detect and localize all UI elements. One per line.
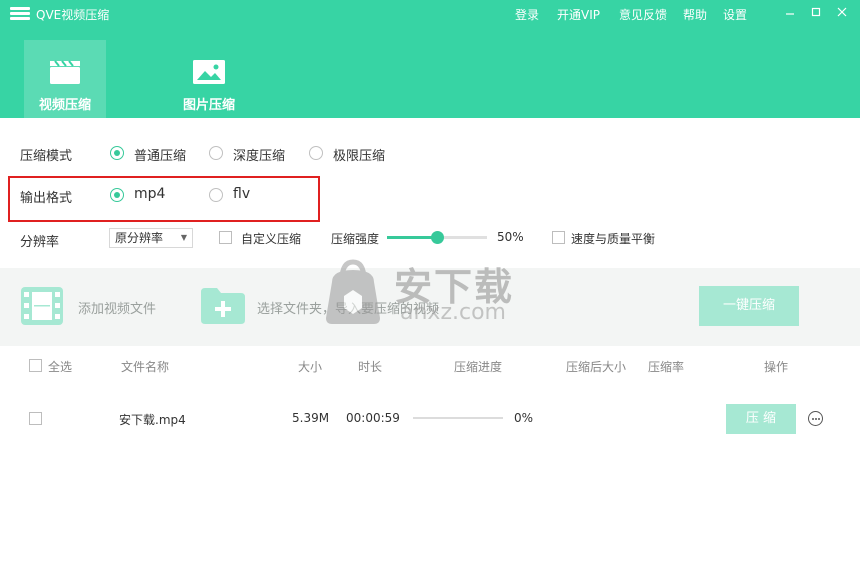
more-options-icon[interactable] <box>808 411 823 426</box>
resolution-label: 分辨率 <box>20 235 60 250</box>
tab-label: 图片压缩 <box>182 98 235 113</box>
add-video-button[interactable]: 添加视频文件 <box>78 298 156 317</box>
tab-label: 视频压缩 <box>38 98 91 113</box>
compress-mode-label: 压缩模式 <box>20 149 73 164</box>
slider-fill <box>387 236 437 239</box>
radio-extreme-compress[interactable] <box>309 146 323 160</box>
select-all-label: 全选 <box>48 360 73 374</box>
file-name: 安下载.mp4 <box>119 413 186 427</box>
balance-label: 速度与质量平衡 <box>571 232 656 246</box>
help-link[interactable]: 帮助 <box>683 6 707 24</box>
app-title: QVE视频压缩 <box>36 8 110 22</box>
app-logo-icon <box>10 7 30 23</box>
radio-deep-compress[interactable] <box>209 146 223 160</box>
vip-link[interactable]: 开通VIP <box>557 6 600 24</box>
balance-checkbox[interactable] <box>552 231 565 244</box>
col-size: 大小 <box>298 360 323 374</box>
restore-icon[interactable] <box>806 3 826 23</box>
watermark-sub: anxz.com <box>400 300 506 325</box>
custom-compress-checkbox[interactable] <box>219 231 232 244</box>
resolution-select[interactable]: 原分辨率 ▼ <box>109 228 193 248</box>
tab-image-compress[interactable]: 图片压缩 <box>155 40 263 118</box>
compress-button[interactable]: 压 缩 <box>726 404 796 434</box>
file-size: 5.39M <box>292 411 330 425</box>
film-icon[interactable] <box>20 286 64 326</box>
file-duration: 00:00:59 <box>346 411 400 425</box>
output-format-label: 输出格式 <box>20 191 73 206</box>
login-link[interactable]: 登录 <box>515 6 539 24</box>
strength-label: 压缩强度 <box>331 232 380 246</box>
col-name: 文件名称 <box>121 360 170 374</box>
row-checkbox[interactable] <box>29 412 42 425</box>
col-size-after: 压缩后大小 <box>566 360 627 374</box>
film-clapper-icon <box>50 60 80 84</box>
slider-thumb[interactable] <box>431 231 444 244</box>
image-icon <box>193 60 225 84</box>
col-actions: 操作 <box>764 360 789 374</box>
watermark: 安下载 anxz.com <box>318 252 558 332</box>
col-progress: 压缩进度 <box>454 360 503 374</box>
normal-compress-label: 普通压缩 <box>134 149 187 164</box>
progress-bar <box>413 417 503 419</box>
deep-compress-label: 深度压缩 <box>233 149 286 164</box>
shield-bag-icon <box>326 259 380 324</box>
close-icon[interactable] <box>832 3 852 23</box>
settings-link[interactable]: 设置 <box>723 6 747 24</box>
feedback-link[interactable]: 意见反馈 <box>619 6 667 24</box>
strength-value: 50% <box>497 230 524 244</box>
radio-normal-compress[interactable] <box>110 146 124 160</box>
flv-label: flv <box>233 186 251 202</box>
progress-value: 0% <box>514 411 534 425</box>
col-ratio: 压缩率 <box>648 360 685 374</box>
radio-flv[interactable] <box>209 188 223 202</box>
extreme-compress-label: 极限压缩 <box>333 149 386 164</box>
resolution-value: 原分辨率 <box>115 231 164 245</box>
app-header: QVE视频压缩 登录 开通VIP 意见反馈 帮助 设置 视频压缩 图片压缩 <box>0 0 860 118</box>
radio-mp4[interactable] <box>110 188 124 202</box>
col-duration: 时长 <box>358 360 383 374</box>
folder-add-icon[interactable] <box>200 287 246 325</box>
mp4-label: mp4 <box>134 186 166 202</box>
minimize-icon[interactable] <box>780 3 800 23</box>
one-key-compress-button[interactable]: 一键压缩 <box>699 286 799 326</box>
custom-compress-label: 自定义压缩 <box>241 232 302 246</box>
strength-slider[interactable] <box>387 231 487 244</box>
tab-video-compress[interactable]: 视频压缩 <box>24 40 106 118</box>
chevron-down-icon: ▼ <box>180 233 187 242</box>
select-all-checkbox[interactable] <box>29 359 42 372</box>
